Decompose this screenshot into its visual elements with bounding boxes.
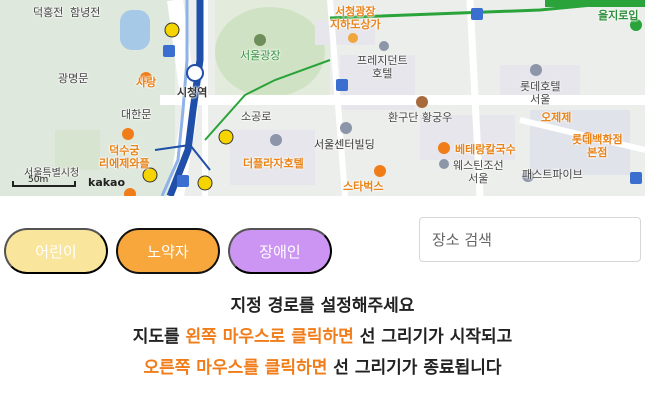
map-label-seoul-center: 서울센터빌딩 (314, 138, 375, 151)
map-label-ojeje: 오제제 (541, 111, 572, 124)
map-label-city-hall-station: 시청역 (177, 86, 208, 99)
map-label-euljiro: 을지로입 (598, 9, 639, 22)
map-label-daehanmun: 대한문 (121, 108, 152, 121)
place-search-input[interactable] (419, 217, 641, 262)
map-label-gwangmyeongmun: 광명문 (58, 72, 89, 85)
map-label-sogongro: 소공로 (241, 110, 272, 123)
instruction-line3-highlight: 오른쪽 마우스를 클릭하면 (143, 358, 328, 378)
map-label-sarang: 사랑 (136, 76, 157, 89)
map-label-lotte-hotel: 롯데호텔 서울 (520, 80, 561, 106)
instruction-line3-post: 선 그리기가 종료됩니다 (327, 358, 502, 378)
map-label-hwangudan: 환구단 황궁우 (388, 111, 453, 124)
map-label-veterang: 베테랑칼국수 (455, 143, 516, 156)
kakao-logo: kakao (88, 176, 126, 189)
map-label-fastfive: 패스트파이브 (522, 168, 583, 181)
map-label-hamnyeongjeon: 함녕전 (70, 6, 101, 19)
instruction-title: 지정 경로를 설정해주세요 (0, 291, 645, 316)
map-label-theplaza: 더플라자호텔 (243, 157, 304, 170)
instruction-line2-post: 선 그리기가 시작되고 (353, 327, 513, 347)
map-scale-label: 50m (28, 175, 49, 185)
instruction-line2: 지도를 왼쪽 마우스로 클릭하면 선 그리기가 시작되고 (0, 322, 645, 347)
instruction-line3: 오른쪽 마우스를 클릭하면 선 그리기가 종료됩니다 (0, 353, 645, 378)
map-label-starbucks: 스타벅스 (343, 180, 384, 193)
child-mode-button[interactable]: 어린이 (4, 228, 108, 274)
map-label-president-hotel: 프레지던트 호텔 (357, 54, 408, 80)
instruction-line1: 지정 경로를 설정해주세요 (230, 296, 415, 316)
map-label-lotte-dept: 롯데백화점 본점 (572, 133, 623, 159)
map-label-seoul-plaza: 서울광장 (240, 49, 281, 62)
map-view[interactable]: 덕홍전 함녕전 사랑 광명문 대한문 서울광장 시청역 소공로 서울센터빌딩 더… (0, 0, 645, 196)
disabled-mode-button[interactable]: 장애인 (228, 228, 332, 274)
map-label-westin: 웨스틴조선 서울 (453, 159, 504, 185)
instruction-line2-highlight: 왼쪽 마우스로 클릭하면 (185, 327, 354, 347)
map-label-seocheong-plaza: 서청광장 지하도상가 (330, 5, 381, 31)
map-label-deoksugung-waffle: 덕수궁 리에제와플 (99, 144, 150, 170)
map-label-deoksugung: 덕홍전 (33, 6, 64, 19)
elder-mode-button[interactable]: 노약자 (116, 228, 220, 274)
instruction-line2-pre: 지도를 (132, 327, 186, 347)
